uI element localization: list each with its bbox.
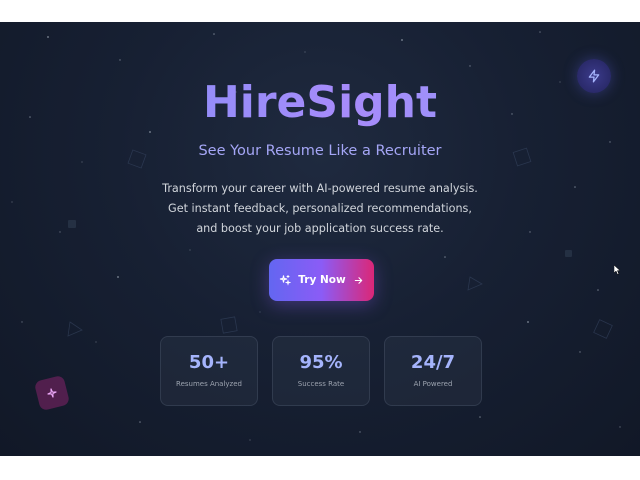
brand-title: HireSight: [0, 75, 640, 131]
stat-label: Resumes Analyzed: [176, 380, 242, 388]
stat-label: Success Rate: [297, 380, 345, 388]
arrow-right-icon: [354, 276, 362, 284]
stat-card-resumes: 50+ Resumes Analyzed: [160, 336, 258, 406]
bottom-frame-strip: [0, 456, 640, 480]
stat-value: 50+: [188, 352, 230, 373]
try-now-button[interactable]: Try Now: [269, 259, 374, 301]
tagline: See Your Resume Like a Recruiter: [198, 143, 442, 159]
hero-description: Transform your career with AI-powered re…: [162, 182, 478, 235]
top-frame-strip: [0, 0, 640, 22]
stat-card-ai-powered: 24/7 AI Powered: [384, 336, 482, 406]
stat-value: 95%: [299, 352, 343, 373]
mouse-cursor-icon: [614, 265, 621, 275]
stat-card-success-rate: 95% Success Rate: [272, 336, 370, 406]
stat-label: AI Powered: [413, 380, 453, 388]
sparkles-icon: [280, 275, 292, 286]
stat-value: 24/7: [410, 352, 456, 373]
hero-section: HireSight See Your Resume Like a Recruit…: [0, 22, 640, 456]
try-now-label: Try Now: [298, 274, 346, 286]
